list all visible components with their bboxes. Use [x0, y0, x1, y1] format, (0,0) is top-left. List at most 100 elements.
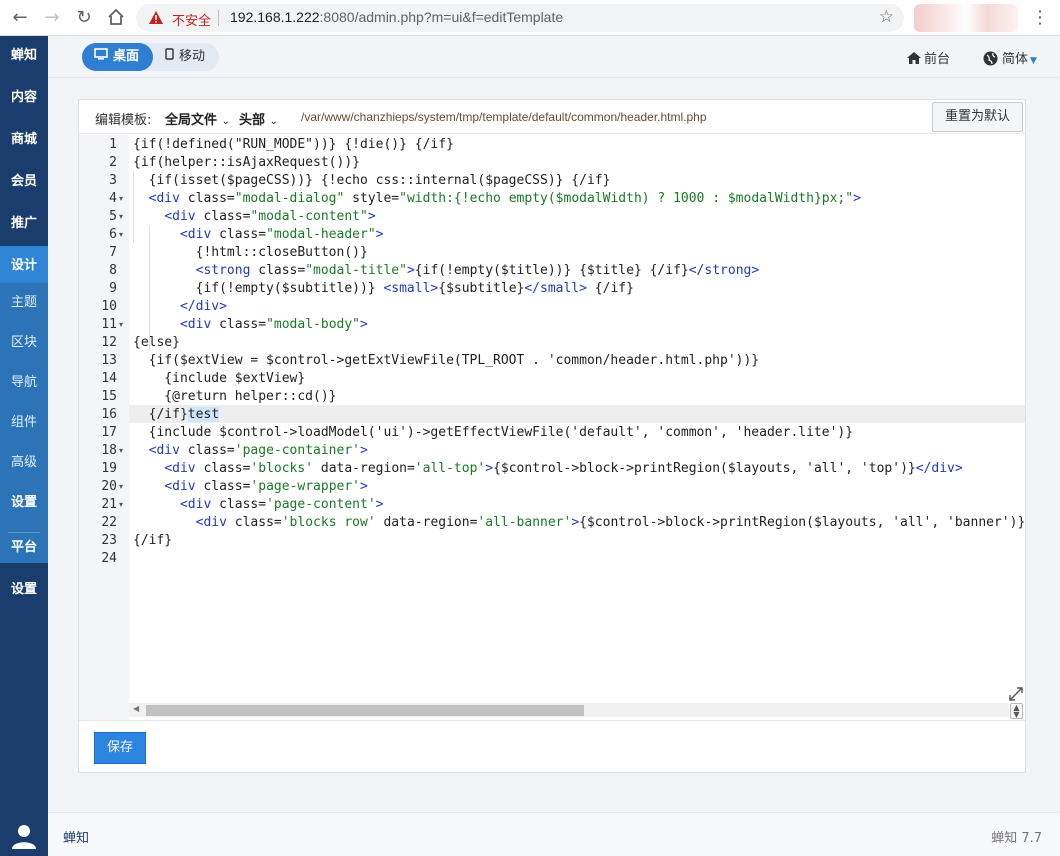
code-token: {/if}	[586, 281, 634, 296]
sidebar-item-design-settings[interactable]: 设置	[0, 483, 48, 523]
code-line[interactable]: {include $control->loadModel('ui')->getE…	[133, 424, 853, 442]
language-dropdown[interactable]: 简体 ▼	[983, 48, 1037, 67]
code-line[interactable]: <div class='page-container'>	[133, 442, 368, 460]
fold-toggle-icon[interactable]: ▾	[119, 208, 127, 226]
code-line[interactable]: </div>	[133, 298, 227, 316]
code-line[interactable]: {if(helper::isAjaxRequest())}	[133, 154, 360, 172]
code-line[interactable]: <div class="modal-content">	[133, 208, 375, 226]
forward-icon[interactable]: →	[42, 8, 62, 28]
code-line[interactable]: {/if}test	[133, 406, 220, 424]
line-number: 21	[101, 497, 117, 512]
line-number: 2	[109, 155, 117, 170]
sidebar-item-advanced[interactable]: 高级	[0, 443, 48, 483]
insecure-label: 不安全	[172, 14, 212, 29]
code-line[interactable]: {@return helper::cd()}	[133, 388, 336, 406]
code-line[interactable]: <strong class="modal-title">{if(!empty($…	[133, 262, 760, 280]
code-line[interactable]: {include $extView}	[133, 370, 305, 388]
fullscreen-icon[interactable]	[1009, 687, 1023, 701]
desktop-tab[interactable]: 桌面	[82, 43, 154, 71]
device-switch: 桌面 移动	[82, 43, 220, 71]
code-line[interactable]: {if(!empty($subtitle))} <small>{$subtitl…	[133, 280, 634, 298]
sidebar-item-blocks[interactable]: 区块	[0, 323, 48, 363]
code-token: {include $control->loadModel('ui')->getE…	[133, 425, 854, 440]
code-line[interactable]: <div class='page-wrapper'>	[133, 478, 368, 496]
frontend-link[interactable]: 前台	[906, 48, 950, 67]
code-line[interactable]: <div class="modal-dialog" style="width:{…	[133, 190, 861, 208]
fold-toggle-icon[interactable]: ▾	[119, 496, 127, 514]
sidebar-item-members[interactable]: 会员	[0, 162, 48, 202]
back-icon[interactable]: ←	[10, 8, 30, 28]
template-path: /var/www/chanzhieps/system/tmp/template/…	[301, 110, 707, 124]
line-number: 11	[101, 317, 117, 332]
code-token: class=	[234, 515, 282, 530]
sidebar-item-design[interactable]: 设计	[0, 246, 48, 286]
horizontal-scrollbar[interactable]: ◀	[129, 703, 1009, 717]
code-token: "modal-header"	[266, 227, 376, 242]
code-line[interactable]: {if(!defined("RUN_MODE"))} {!die()} {/if…	[133, 136, 454, 154]
sidebar-item-navigation[interactable]: 导航	[0, 363, 48, 403]
code-line[interactable]: <div class='page-content'>	[133, 496, 384, 514]
code-line[interactable]: <div class="modal-body">	[133, 316, 368, 334]
code-token: class=	[187, 191, 235, 206]
footer-brand[interactable]: 蝉知	[63, 827, 89, 846]
fold-toggle-icon[interactable]: ▾	[119, 226, 127, 244]
sidebar-item-theme[interactable]: 主题	[0, 283, 48, 323]
browser-menu-icon[interactable]: ⋮	[1030, 6, 1050, 30]
vertical-resize-icon[interactable]: ▲ ▼	[1010, 703, 1023, 719]
address-bar[interactable]: 不安全 192.168.1.222:8080/admin.php?m=ui&f=…	[136, 4, 904, 32]
indent-guide	[149, 225, 150, 351]
save-button[interactable]: 保存	[94, 732, 146, 764]
blurred-profile	[914, 4, 1018, 32]
file-dropdown[interactable]: 全局文件 ⌄	[165, 109, 230, 128]
sidebar-item-settings[interactable]: 设置	[0, 570, 48, 610]
line-number: 22	[101, 515, 117, 530]
user-avatar-icon[interactable]	[10, 822, 38, 850]
code-line[interactable]: {/if}	[133, 532, 172, 550]
edit-template-label: 编辑模板:	[95, 113, 152, 128]
scrollbar-thumb[interactable]	[146, 705, 584, 716]
sidebar-item-content[interactable]: 内容	[0, 78, 48, 118]
scroll-left-icon[interactable]: ◀	[133, 704, 139, 713]
mobile-label: 移动	[179, 49, 206, 64]
section-dropdown[interactable]: 头部 ⌄	[239, 109, 278, 128]
code-token: {$control->block->printRegion($layouts, …	[579, 515, 1025, 530]
code-token: <div	[179, 497, 220, 512]
code-token: class=	[219, 227, 267, 242]
code-line[interactable]: <div class='blocks row' data-region='all…	[133, 514, 1025, 532]
reload-icon[interactable]: ↻	[74, 8, 94, 28]
fold-toggle-icon[interactable]: ▾	[119, 478, 127, 496]
code-line[interactable]: {if(isset($pageCSS))} {!echo css::intern…	[133, 172, 611, 190]
chevron-down-icon: ⌄	[221, 116, 230, 127]
url-text[interactable]: 192.168.1.222:8080/admin.php?m=ui&f=edit…	[230, 9, 563, 25]
sidebar-item-promotion[interactable]: 推广	[0, 204, 48, 244]
code-token: class=	[258, 263, 306, 278]
code-text-area[interactable]: {if(!defined("RUN_MODE"))} {!die()} {/if…	[129, 135, 1025, 720]
code-line[interactable]: {!html::closeButton()}	[133, 244, 368, 262]
indent-guide	[133, 171, 134, 243]
sidebar-item-shop[interactable]: 商城	[0, 120, 48, 160]
fold-toggle-icon[interactable]: ▾	[119, 190, 127, 208]
reset-default-button[interactable]: 重置为默认	[932, 102, 1023, 132]
bookmark-star-icon[interactable]: ☆	[879, 7, 894, 27]
fold-toggle-icon[interactable]: ▾	[119, 316, 127, 334]
code-line[interactable]: <div class='blocks' data-region='all-top…	[133, 460, 962, 478]
code-token: {include $extView}	[133, 371, 306, 386]
fold-toggle-icon[interactable]: ▾	[119, 442, 127, 460]
sidebar-item-components[interactable]: 组件	[0, 403, 48, 443]
line-number: 7	[109, 245, 117, 260]
line-number: 23	[101, 533, 117, 548]
url-host: 192.168.1.222	[230, 9, 320, 25]
line-number: 16	[101, 407, 117, 422]
code-line[interactable]: {if($extView = $control->getExtViewFile(…	[133, 352, 760, 370]
home-icon[interactable]	[106, 8, 126, 28]
code-editor[interactable]: 1 2 3 4 ▾ 5 ▾ 6 ▾ 7 8 9 10 11 ▾ 12 13 14…	[79, 135, 1025, 720]
mobile-tab[interactable]: 移动	[153, 43, 219, 71]
sidebar-item-brand[interactable]: 蝉知	[0, 36, 48, 76]
sidebar-item-platform[interactable]: 平台	[0, 528, 48, 568]
code-line[interactable]: <div class="modal-header">	[133, 226, 384, 244]
code-line[interactable]: {else}	[133, 334, 180, 352]
code-token: >	[571, 515, 580, 530]
